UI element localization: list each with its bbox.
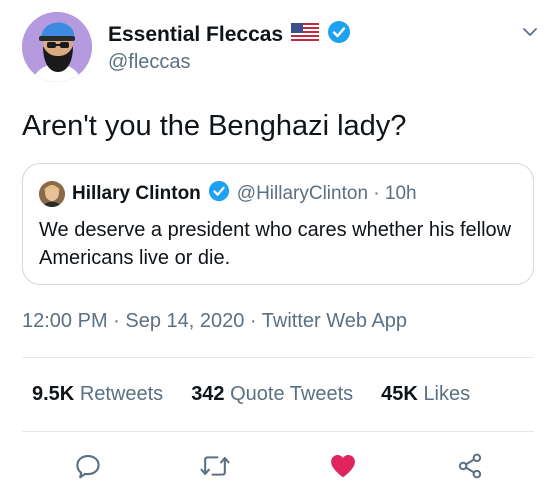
quoted-tweet-header: Hillary Clinton @HillaryClinton · 10h [39, 180, 417, 207]
quoted-author-display-name: Hillary Clinton [72, 182, 201, 204]
avatar-illustration [22, 12, 92, 82]
likes-stat[interactable]: 45K Likes [381, 383, 470, 406]
quoted-verified-badge-icon [208, 180, 230, 207]
verified-badge-icon [327, 20, 351, 49]
reply-icon[interactable] [71, 449, 105, 483]
retweet-icon[interactable] [198, 449, 232, 483]
author-name-row: Essential Fleccas [108, 20, 351, 49]
quoted-tweet-text: We deserve a president who cares whether… [39, 219, 512, 269]
likes-label: Likes [423, 383, 471, 405]
retweets-label: Retweets [79, 383, 164, 405]
author-display-name[interactable]: Essential Fleccas [108, 23, 283, 47]
quote-tweets-stat[interactable]: 342 Quote Tweets [191, 383, 353, 406]
retweets-stat[interactable]: 9.5K Retweets [32, 383, 163, 406]
us-flag-icon [291, 23, 320, 46]
tweet-timestamp[interactable]: 12:00 PM · Sep 14, 2020 · Twitter Web Ap… [22, 310, 407, 333]
engagement-stats: 9.5K Retweets 342 Quote Tweets 45K Likes [32, 383, 470, 406]
quoted-tweet-card[interactable]: Hillary Clinton @HillaryClinton · 10h We… [22, 163, 534, 285]
tweet-header: Essential Fleccas @fleccas [22, 12, 542, 86]
author-handle[interactable]: @fleccas [108, 51, 191, 74]
quoted-handle-time: @HillaryClinton · 10h [236, 182, 417, 204]
quoted-author-avatar [39, 180, 65, 207]
heart-icon[interactable] [326, 449, 360, 483]
retweets-count: 9.5K [32, 383, 75, 405]
chevron-down-icon[interactable] [520, 22, 540, 42]
share-icon[interactable] [453, 449, 487, 483]
author-avatar[interactable] [22, 12, 92, 82]
quote-tweets-label: Quote Tweets [230, 383, 354, 405]
tweet-action-bar [0, 445, 557, 489]
divider [22, 431, 534, 432]
likes-count: 45K [381, 383, 418, 405]
tweet-text: Aren't you the Benghazi lady? [22, 110, 407, 142]
divider [22, 357, 534, 358]
quote-tweets-count: 342 [191, 383, 225, 405]
